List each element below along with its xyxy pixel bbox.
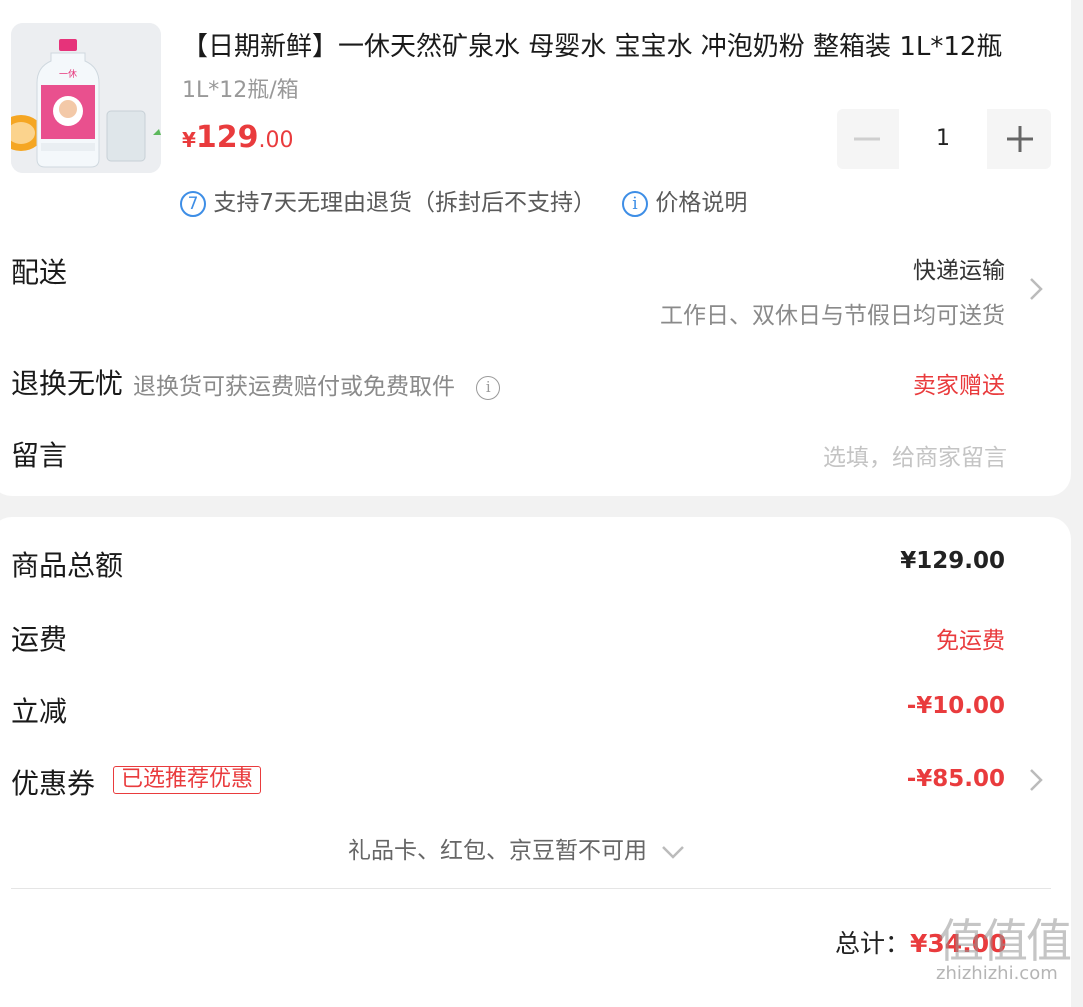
total-label: 总计： [835,929,911,958]
price-decimal: .00 [258,128,294,153]
coupon-tag: 已选推荐优惠 [113,766,262,794]
discount-value: -¥10.00 [906,693,1005,719]
plus-icon [1007,126,1033,152]
chevron-right-icon[interactable] [1027,276,1045,302]
watermark: 值值值 zhizhizhi.com [930,905,1080,992]
message-input[interactable]: 选填，给商家留言 [823,438,1007,472]
unavailable-payments[interactable]: 礼品卡、红包、京豆暂不可用 [348,831,686,865]
unavailable-note: 礼品卡、红包、京豆暂不可用 [348,838,647,864]
divider [11,888,1051,889]
delivery-note: 工作日、双休日与节假日均可送货 [660,303,1005,329]
price-symbol: ¥ [182,128,196,152]
info-icon[interactable]: i [476,375,501,400]
delivery-label: 配送 [11,256,68,289]
return-policy-text: 支持7天无理由退货（拆封后不支持） [213,190,596,216]
return-worry-label: 退换无忧 [11,367,124,400]
increase-button[interactable] [989,109,1051,169]
goods-total-label: 商品总额 [11,549,124,582]
product-title[interactable]: 【日期新鲜】一休天然矿泉水 母婴水 宝宝水 冲泡奶粉 整箱装 1L*12瓶 [182,26,1052,63]
info-icon: i [622,190,648,217]
discount-label: 立减 [11,695,68,728]
goods-total-value: ¥129.00 [900,548,1005,574]
bottle-logo: 一休 [59,68,77,80]
price-info-link[interactable]: i 价格说明 [622,183,747,217]
chevron-down-icon [662,845,685,859]
return-worry-desc-text: 退换货可获运费赔付或免费取件 [133,374,455,400]
coupon-label: 优惠券 [11,767,96,800]
price-integer: 129 [195,120,259,155]
product-thumbnail[interactable]: 一休 [11,23,161,173]
delivery-method[interactable]: 快递运输 [913,251,1005,285]
seven-days-icon: 7 [180,190,206,217]
return-policy[interactable]: 7 支持7天无理由退货（拆封后不支持） [180,183,596,217]
shipping-value: 免运费 [936,628,1005,654]
product-price: ¥129.00 [182,120,294,155]
chevron-right-icon[interactable] [1027,767,1045,793]
product-spec: 1L*12瓶/箱 [182,78,299,103]
coupon-value[interactable]: -¥85.00 [907,766,1005,792]
quantity-stepper: 1 [837,109,1051,169]
message-label: 留言 [11,439,68,472]
shipping-label: 运费 [11,623,68,656]
watermark-glyphs: 值值值 [938,914,1072,968]
return-worry-value: 卖家赠送 [913,373,1005,399]
watermark-site: zhizhizhi.com [936,963,1058,984]
decrease-button[interactable] [837,109,897,169]
quantity-input[interactable]: 1 [899,109,987,169]
price-info-text: 价格说明 [655,190,748,216]
minus-icon [854,137,880,141]
return-worry-desc: 退换货可获运费赔付或免费取件 i [133,367,501,401]
